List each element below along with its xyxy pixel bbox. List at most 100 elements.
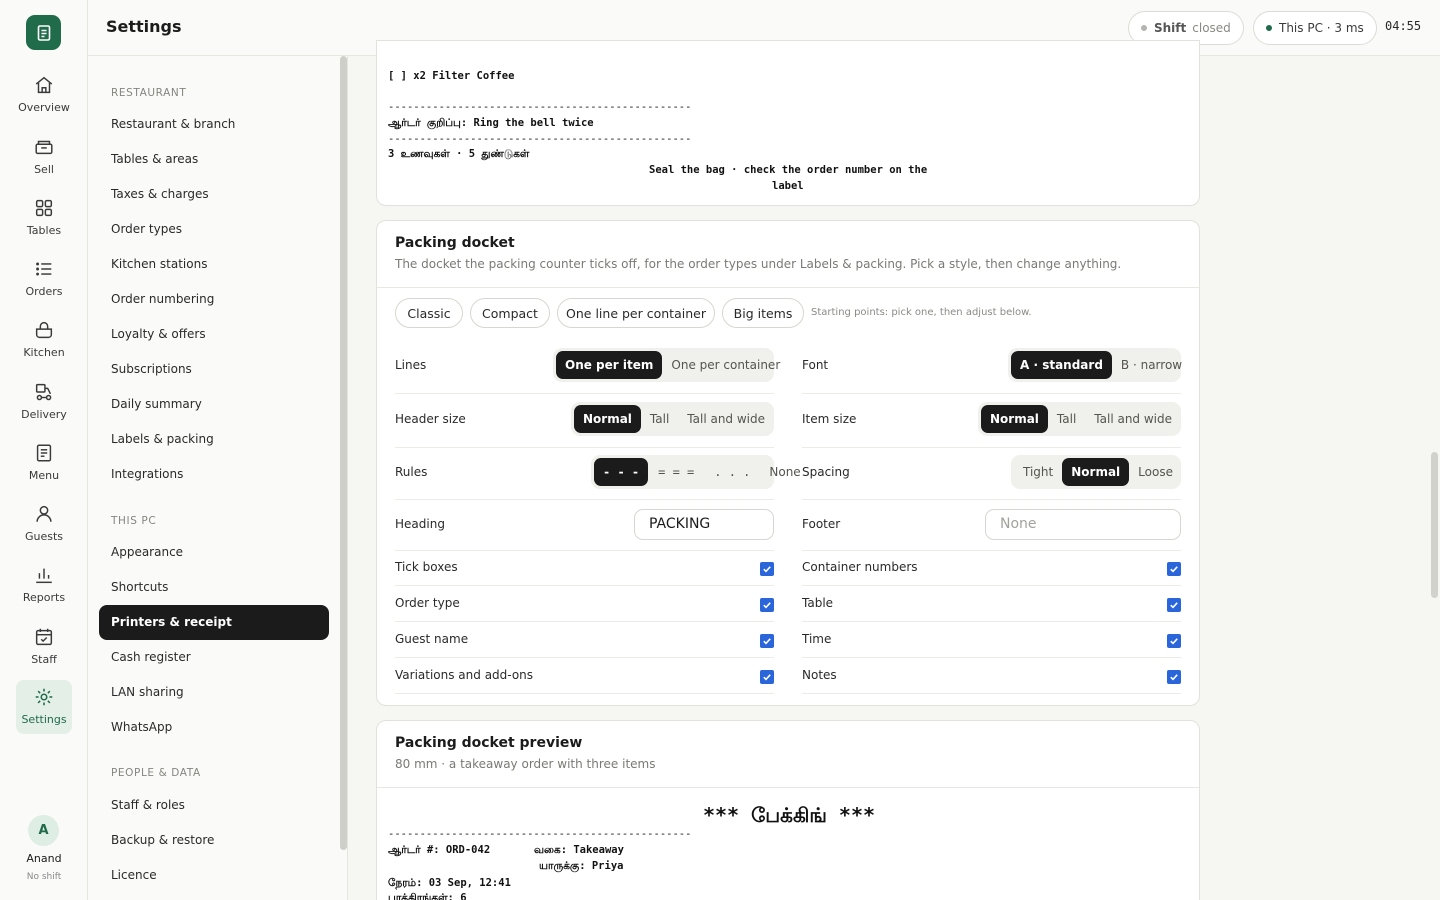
- rail-item-delivery[interactable]: Delivery: [16, 375, 72, 429]
- item-size-option-tall-and-wide[interactable]: Tall and wide: [1085, 405, 1181, 433]
- rail-item-orders[interactable]: Orders: [16, 252, 72, 306]
- nav-item-taxes-charges[interactable]: Taxes & charges: [99, 177, 329, 212]
- packing-docket-title: Packing docket: [395, 235, 515, 251]
- app-logo[interactable]: [26, 15, 61, 50]
- docket-rule: ----------------------------------------…: [388, 828, 692, 840]
- rules-segmented-control: - - - = = = . . . None: [591, 455, 801, 489]
- status-dot-icon: [1266, 25, 1272, 31]
- nav-item-daily-summary[interactable]: Daily summary: [99, 387, 329, 422]
- header-size-option-tall[interactable]: Tall: [641, 405, 678, 433]
- nav-item-integrations[interactable]: Integrations: [99, 457, 329, 492]
- table-label: Table: [802, 596, 834, 610]
- tick-boxes-checkbox[interactable]: [760, 562, 774, 576]
- connection-pill[interactable]: This PC · 3 ms: [1253, 11, 1377, 45]
- spacing-option-loose[interactable]: Loose: [1129, 458, 1182, 486]
- footer-input[interactable]: None: [985, 509, 1181, 540]
- order-type-checkbox[interactable]: [760, 598, 774, 612]
- nav-item-labels-packing[interactable]: Labels & packing: [99, 422, 329, 457]
- receipt-preview-card: [ ] x2 Filter Coffee -------------------…: [376, 40, 1200, 206]
- rules-option-dashes[interactable]: - - -: [594, 458, 649, 486]
- nav-item-backup-restore[interactable]: Backup & restore: [99, 823, 329, 858]
- nav-item-whatsapp[interactable]: WhatsApp: [99, 710, 329, 745]
- nav-item-tables-areas[interactable]: Tables & areas: [99, 142, 329, 177]
- nav-item-shortcuts[interactable]: Shortcuts: [99, 570, 329, 605]
- header-size-option-normal[interactable]: Normal: [574, 405, 641, 433]
- rules-option-double[interactable]: = = =: [648, 458, 704, 486]
- lines-label: Lines: [395, 358, 427, 372]
- rail-item-tables[interactable]: Tables: [16, 191, 72, 245]
- divider: [395, 657, 774, 658]
- table-checkbox[interactable]: [1167, 598, 1181, 612]
- rail-label: Orders: [25, 285, 63, 298]
- preview-rule: ----------------------------------------…: [388, 101, 692, 113]
- font-option-standard[interactable]: A · standard: [1011, 351, 1112, 379]
- nav-section-heading: PEOPLE & DATA: [111, 767, 201, 779]
- heading-input[interactable]: PACKING: [634, 509, 774, 540]
- rail-item-overview[interactable]: Overview: [16, 68, 72, 122]
- variations-checkbox[interactable]: [760, 670, 774, 684]
- main-scrollbar[interactable]: [1431, 452, 1438, 598]
- nav-item-subscriptions[interactable]: Subscriptions: [99, 352, 329, 387]
- divider: [395, 393, 774, 394]
- nav-item-order-types[interactable]: Order types: [99, 212, 329, 247]
- settings-nav-scrollbar[interactable]: [340, 56, 347, 850]
- rail-item-kitchen[interactable]: Kitchen: [16, 313, 72, 367]
- avatar[interactable]: A: [28, 815, 59, 846]
- nav-item-restaurant-branch[interactable]: Restaurant & branch: [99, 107, 329, 142]
- nav-item-cash-register[interactable]: Cash register: [99, 640, 329, 675]
- rail-item-menu[interactable]: Menu: [16, 436, 72, 490]
- connection-status: This PC · 3 ms: [1279, 21, 1364, 35]
- font-label: Font: [802, 358, 829, 372]
- docket-preview-subtitle: 80 mm · a takeaway order with three item…: [395, 757, 656, 771]
- preset-one-line-per-container[interactable]: One line per container: [557, 298, 715, 328]
- rail-label: Sell: [34, 163, 54, 176]
- spacing-label: Spacing: [802, 465, 850, 479]
- lines-option-one-per-container[interactable]: One per container: [662, 351, 789, 379]
- rail-item-settings[interactable]: Settings: [16, 680, 72, 734]
- rail-item-guests[interactable]: Guests: [16, 497, 72, 551]
- shift-state: closed: [1192, 21, 1231, 35]
- nav-item-kitchen-stations[interactable]: Kitchen stations: [99, 247, 329, 282]
- nav-item-appearance[interactable]: Appearance: [99, 535, 329, 570]
- nav-item-licence[interactable]: Licence: [99, 858, 329, 893]
- status-dot-icon: [1141, 25, 1147, 31]
- preset-classic[interactable]: Classic: [395, 298, 463, 328]
- divider: [802, 693, 1181, 694]
- nav-item-printers-receipt[interactable]: Printers & receipt: [99, 605, 329, 640]
- time-checkbox[interactable]: [1167, 634, 1181, 648]
- user-shift-status: No shift: [26, 872, 62, 882]
- rules-option-dots[interactable]: . . .: [704, 458, 760, 486]
- rail-item-staff[interactable]: Staff: [16, 620, 72, 674]
- preset-big-items[interactable]: Big items: [722, 298, 804, 328]
- heading-label: Heading: [395, 517, 445, 531]
- nav-item-loyalty-offers[interactable]: Loyalty & offers: [99, 317, 329, 352]
- notes-checkbox[interactable]: [1167, 670, 1181, 684]
- list-icon: [36, 262, 52, 276]
- tick-boxes-label: Tick boxes: [395, 560, 458, 574]
- spacing-option-tight[interactable]: Tight: [1014, 458, 1062, 486]
- item-size-option-normal[interactable]: Normal: [981, 405, 1048, 433]
- lines-option-one-per-item[interactable]: One per item: [556, 351, 663, 379]
- home-icon: [35, 76, 53, 94]
- rail-item-reports[interactable]: Reports: [16, 558, 72, 612]
- divider: [802, 657, 1181, 658]
- rail-label: Overview: [18, 101, 70, 114]
- container-numbers-checkbox[interactable]: [1167, 562, 1181, 576]
- nav-item-staff-roles[interactable]: Staff & roles: [99, 788, 329, 823]
- spacing-option-normal[interactable]: Normal: [1062, 458, 1130, 486]
- font-option-narrow[interactable]: B · narrow: [1112, 351, 1191, 379]
- preview-rule: ----------------------------------------…: [388, 133, 692, 145]
- nav-item-lan-sharing[interactable]: LAN sharing: [99, 675, 329, 710]
- page-title: Settings: [106, 17, 182, 36]
- preset-compact[interactable]: Compact: [470, 298, 550, 328]
- item-size-option-tall[interactable]: Tall: [1048, 405, 1085, 433]
- guest-name-checkbox[interactable]: [760, 634, 774, 648]
- rail-item-sell[interactable]: Sell: [16, 130, 72, 184]
- divider: [802, 499, 1181, 500]
- header-size-option-tall-and-wide[interactable]: Tall and wide: [678, 405, 774, 433]
- divider: [395, 550, 774, 551]
- preview-line: ஆர்டர் குறிப்பு: Ring the bell twice: [388, 117, 594, 129]
- nav-item-order-numbering[interactable]: Order numbering: [99, 282, 329, 317]
- docket-heading: *** பேக்கிங் ***: [702, 803, 876, 827]
- checkmark-icon: [763, 674, 771, 681]
